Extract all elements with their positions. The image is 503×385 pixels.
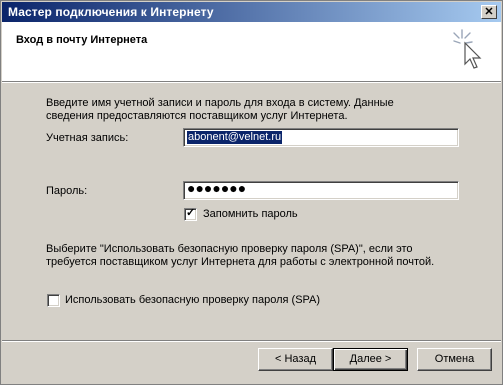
account-value: abonent@velnet.ru [187, 131, 283, 144]
close-icon: ✕ [484, 6, 494, 18]
password-label: Пароль: [46, 185, 88, 197]
remember-password-checkbox[interactable]: ✓ [184, 207, 197, 221]
title-bar[interactable]: Мастер подключения к Интернету ✕ [2, 2, 501, 22]
header-separator-highlight [2, 82, 501, 83]
password-field[interactable]: ●●●●●●● [183, 181, 459, 200]
wizard-magic-cursor-icon [453, 29, 482, 69]
spa-checkbox[interactable] [47, 294, 60, 307]
password-value: ●●●●●●● [187, 180, 247, 196]
window-title: Мастер подключения к Интернету [8, 5, 214, 19]
page-title: Вход в почту Интернета [16, 34, 148, 46]
account-label: Учетная запись: [46, 132, 129, 144]
back-button[interactable]: < Назад [258, 348, 333, 371]
account-field[interactable]: abonent@velnet.ru [183, 128, 459, 147]
cancel-button[interactable]: Отмена [417, 348, 492, 371]
intro-text: Введите имя учетной записи и пароль для … [46, 97, 394, 122]
button-separator-highlight [2, 341, 501, 342]
wizard-window: Мастер подключения к Интернету ✕ Вход в … [0, 0, 503, 385]
remember-password-label[interactable]: Запомнить пароль [203, 208, 298, 220]
next-button[interactable]: Далее > [333, 348, 408, 371]
spa-label[interactable]: Использовать безопасную проверку пароля … [65, 294, 320, 306]
wizard-header: Вход в почту Интернета [2, 22, 501, 81]
spa-info-text: Выберите "Использовать безопасную провер… [46, 243, 435, 268]
close-button[interactable]: ✕ [481, 5, 497, 19]
check-icon: ✓ [186, 207, 196, 219]
